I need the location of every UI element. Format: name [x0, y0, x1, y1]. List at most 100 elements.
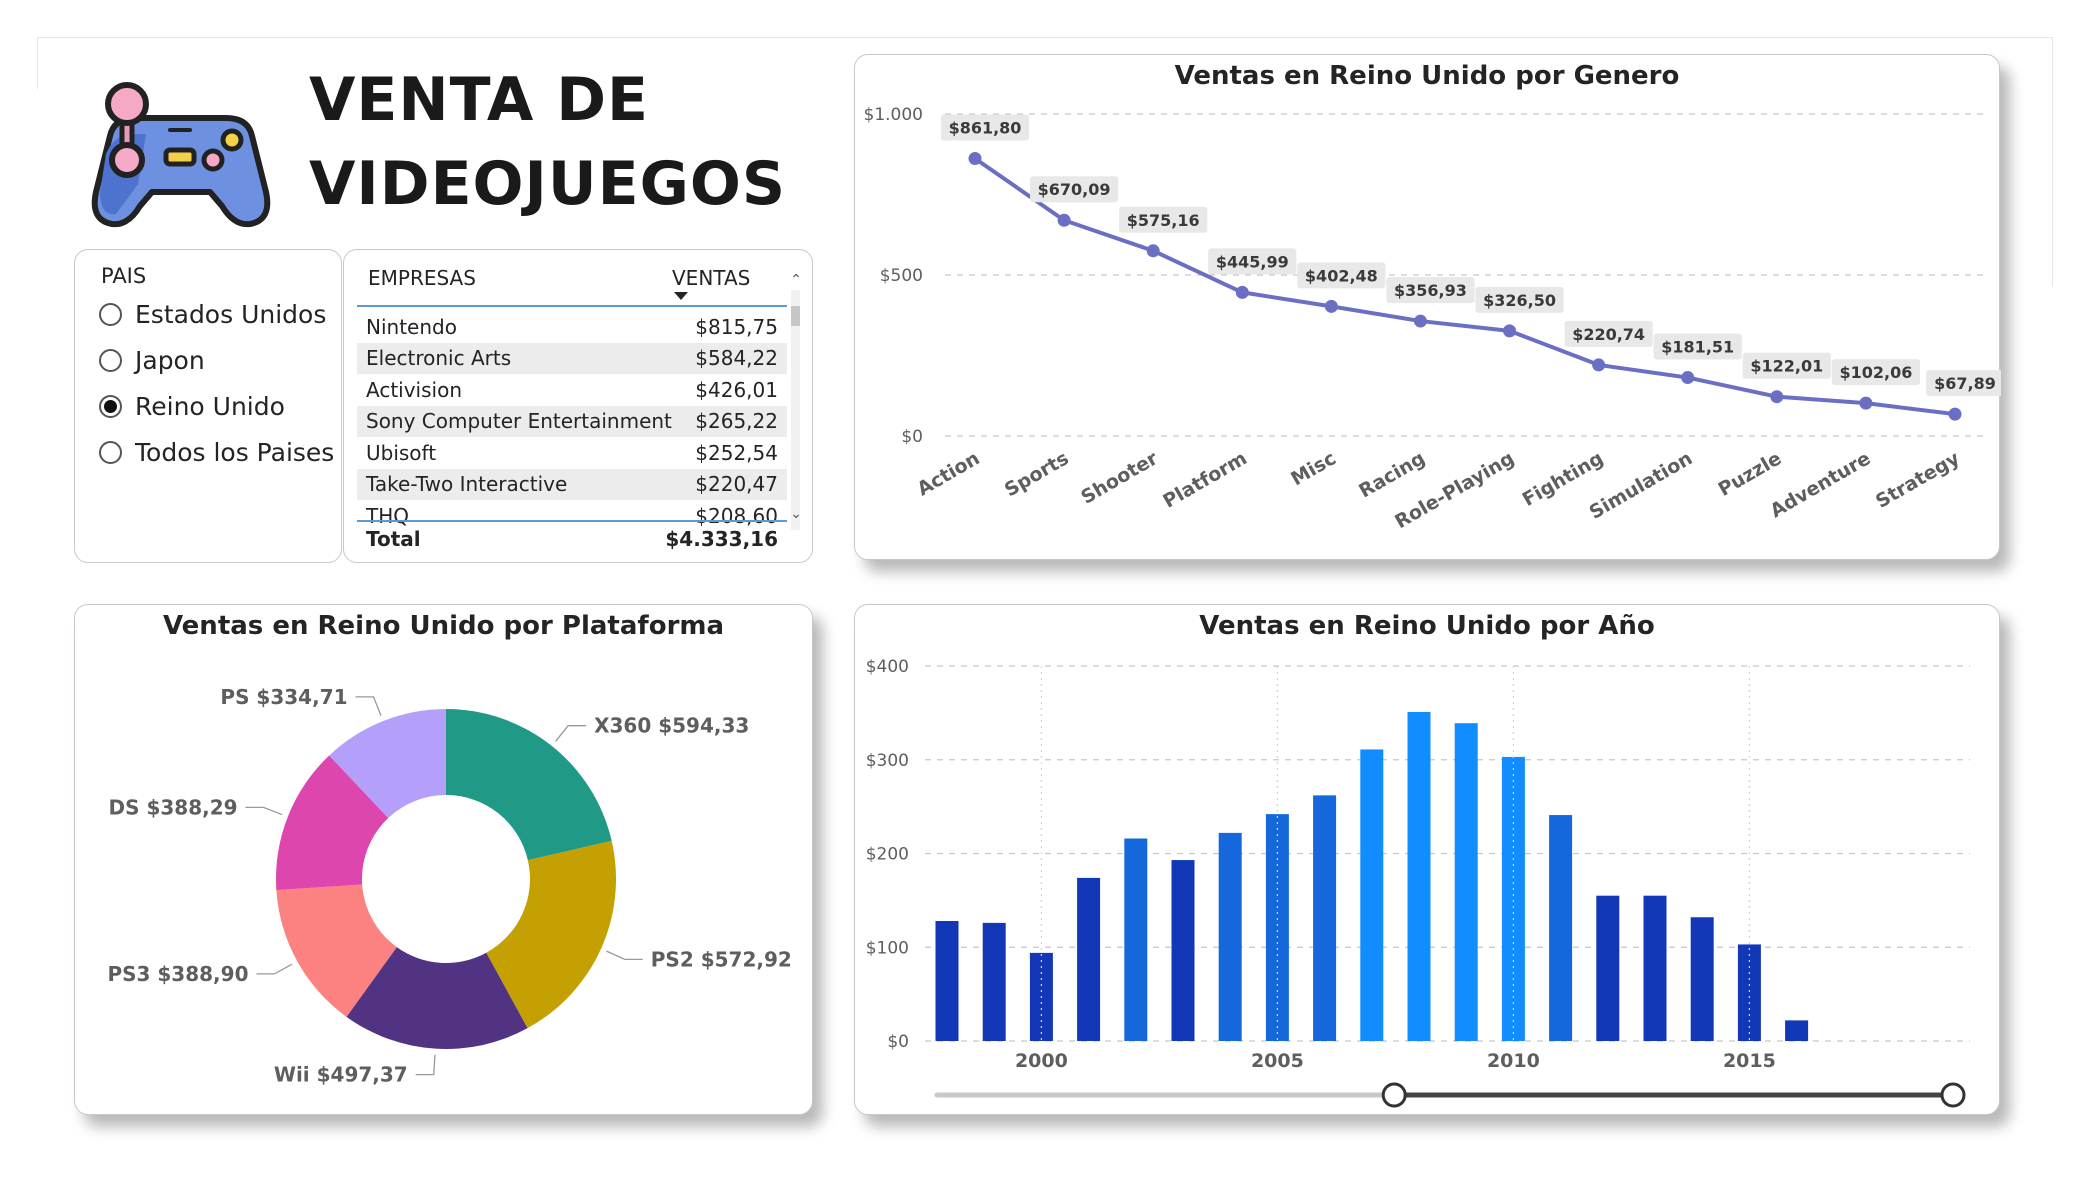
company-name: THQ — [366, 503, 409, 528]
bar[interactable] — [1313, 795, 1337, 1041]
column-header-empresas[interactable]: EMPRESAS — [368, 266, 476, 290]
slice-label: DS $388,29 — [108, 795, 237, 819]
data-label: $575,16 — [1127, 211, 1200, 230]
radio-button-selected[interactable] — [99, 394, 122, 418]
data-point[interactable] — [1235, 285, 1249, 299]
data-point[interactable] — [968, 152, 982, 166]
x-tick-label: Strategy — [1872, 447, 1964, 513]
sort-desc-icon[interactable] — [674, 292, 688, 301]
table-row[interactable]: Take-Two Interactive $220,47 — [357, 468, 787, 500]
bar[interactable] — [1785, 1020, 1809, 1041]
data-label: $67,89 — [1934, 374, 1996, 393]
donut-slice[interactable] — [446, 709, 612, 861]
bar[interactable] — [1218, 832, 1242, 1041]
dashboard-title: VENTA DE VIDEOJUEGOS — [309, 58, 786, 226]
bar[interactable] — [1124, 838, 1148, 1042]
y-tick-label: $100 — [866, 938, 909, 958]
table-total-row: Total $4.333,16 — [357, 527, 787, 551]
bar[interactable] — [1596, 895, 1620, 1041]
leader-line — [245, 806, 283, 816]
data-point[interactable] — [1057, 213, 1071, 227]
table-row[interactable]: Activision $426,01 — [357, 374, 787, 405]
x-tick-label: 2015 — [1723, 1050, 1776, 1072]
report-frame-right — [2052, 37, 2053, 287]
data-label: $102,06 — [1839, 363, 1912, 382]
table-scrollbar[interactable] — [791, 290, 800, 530]
company-name: Ubisoft — [366, 440, 437, 465]
scroll-up-icon[interactable]: ⌃ — [790, 272, 802, 288]
data-label: $122,01 — [1750, 357, 1823, 376]
data-label: $670,09 — [1038, 180, 1111, 199]
data-point[interactable] — [1948, 407, 1962, 421]
y-tick-label: $1.000 — [864, 105, 923, 125]
report-frame-left — [37, 37, 38, 89]
option-todos-los-paises[interactable]: Todos los Paises — [99, 435, 334, 469]
data-point[interactable] — [1592, 358, 1606, 372]
table-row[interactable]: Sony Computer Entertainment $265,22 — [357, 405, 787, 437]
table-row[interactable]: Ubisoft $252,54 — [357, 437, 787, 468]
range-slider-handle-end[interactable] — [1940, 1082, 1966, 1108]
bar[interactable] — [1549, 815, 1573, 1041]
leader-line — [355, 696, 382, 716]
company-name: Sony Computer Entertainment — [366, 409, 672, 433]
genre-line-chart: $0 $500 $1.000 $861,80 Action $670,09 Sports $5… — [864, 105, 2001, 533]
company-sales: $265,22 — [695, 409, 778, 433]
bar[interactable] — [1171, 860, 1195, 1041]
x-tick-label: 2005 — [1251, 1050, 1304, 1072]
genre-line-chart-panel: Ventas en Reino Unido por Genero $0 $500 $… — [854, 54, 2001, 560]
slice-label: PS2 $572,92 — [651, 947, 792, 971]
bar[interactable] — [1690, 917, 1714, 1041]
data-point[interactable] — [1503, 324, 1517, 338]
data-label: $356,93 — [1394, 281, 1467, 300]
company-name: Nintendo — [366, 314, 457, 339]
radio-button[interactable] — [99, 348, 122, 372]
table-row[interactable]: Nintendo $815,75 — [357, 311, 787, 342]
scroll-down-icon[interactable]: ⌄ — [790, 506, 802, 522]
bar[interactable] — [982, 922, 1006, 1041]
data-point[interactable] — [1413, 314, 1427, 328]
bar[interactable] — [935, 921, 959, 1041]
data-point[interactable] — [1324, 299, 1338, 313]
slice-label: PS3 $388,90 — [107, 962, 248, 986]
platform-donut-panel: Ventas en Reino Unido por Plataforma X36… — [74, 604, 813, 1115]
data-point[interactable] — [1146, 244, 1160, 258]
radio-button[interactable] — [99, 440, 122, 464]
y-tick-label: $500 — [880, 266, 923, 286]
x-tick-label: Puzzle — [1715, 447, 1786, 501]
year-bar-chart-panel: Ventas en Reino Unido por Año $0 $100 $200… — [854, 604, 2000, 1115]
gamepad-icon — [91, 82, 271, 228]
bar[interactable] — [1643, 895, 1667, 1041]
data-point[interactable] — [1681, 371, 1695, 385]
x-tick-label: Shooter — [1077, 447, 1162, 509]
slicer-title: PAIS — [101, 264, 147, 288]
option-label: Japon — [135, 345, 205, 375]
data-point[interactable] — [1770, 390, 1784, 404]
company-name: Electronic Arts — [366, 346, 512, 370]
bar[interactable] — [1265, 814, 1289, 1041]
bar[interactable] — [1454, 723, 1478, 1041]
range-slider-handle-start[interactable] — [1381, 1082, 1407, 1108]
data-label: $181,51 — [1661, 338, 1734, 357]
bar[interactable] — [1077, 877, 1101, 1041]
option-estados-unidos[interactable]: Estados Unidos — [99, 297, 326, 331]
data-point[interactable] — [1859, 396, 1873, 410]
scrollbar-thumb[interactable] — [791, 306, 800, 326]
column-header-ventas[interactable]: VENTAS — [672, 266, 750, 290]
option-japon[interactable]: Japon — [99, 343, 205, 377]
radio-button[interactable] — [99, 302, 122, 326]
x-tick-label: Adventure — [1766, 447, 1874, 522]
dashboard-title-line2: VIDEOJUEGOS — [309, 149, 787, 219]
option-label: Estados Unidos — [135, 299, 327, 329]
total-line — [357, 520, 787, 522]
bar[interactable] — [1360, 749, 1384, 1041]
option-reino-unido[interactable]: Reino Unido — [99, 389, 285, 423]
data-label: $445,99 — [1216, 252, 1289, 271]
table-row[interactable]: Electronic Arts $584,22 — [357, 342, 787, 374]
total-label: Total — [366, 527, 421, 551]
total-value: $4.333,16 — [665, 527, 778, 551]
company-name: Take-Two Interactive — [366, 472, 568, 496]
leader-line — [555, 725, 587, 742]
bar[interactable] — [1407, 711, 1431, 1041]
x-tick-label: Action — [913, 447, 983, 500]
company-sales: $208,60 — [695, 503, 778, 528]
